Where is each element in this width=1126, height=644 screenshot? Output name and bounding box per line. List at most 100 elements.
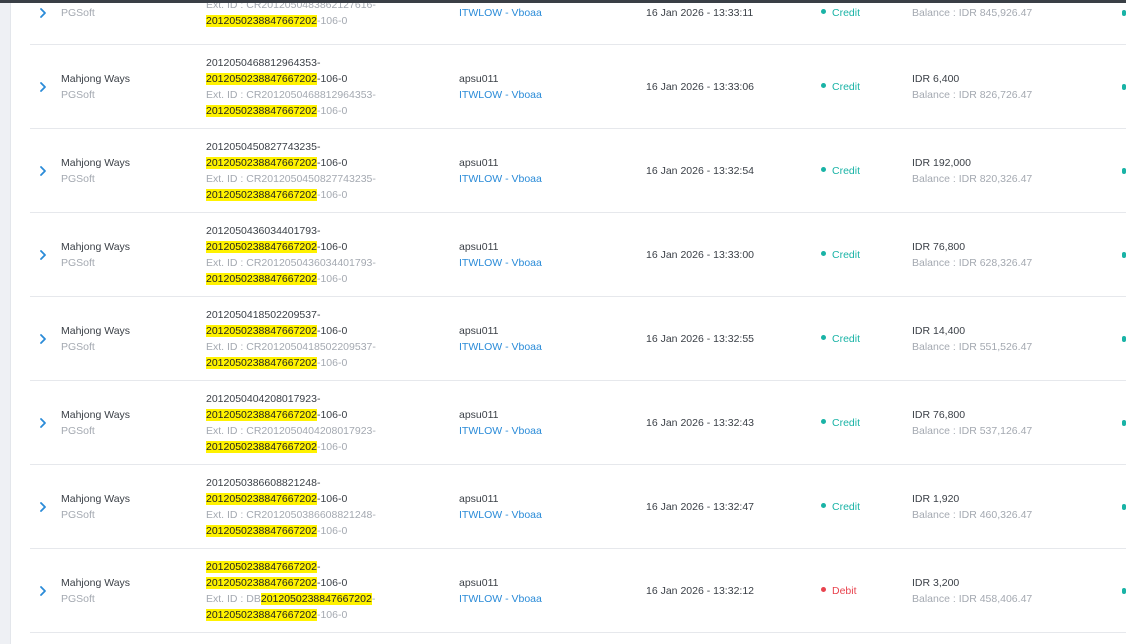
balance-value: Balance : IDR 458,406.47 — [912, 592, 1033, 605]
transaction-time: 16 Jan 2026 - 13:32:47 — [646, 500, 755, 513]
chevron-right-icon[interactable] — [37, 249, 49, 261]
transaction-id-cell: 2012050418502209537- 2012050238847667202… — [206, 307, 406, 371]
amount-value: IDR 14,400 — [912, 324, 966, 337]
transaction-id-line: 2012050404208017923- — [206, 392, 321, 405]
game-provider: PGSoft — [61, 6, 95, 19]
amount-cell: IDR 192,000 Balance : IDR 820,326.47 — [912, 155, 1032, 187]
highlighted-match: 2012050238847667202 — [206, 240, 317, 253]
external-id-line: 2012050238847667202-106-0 — [206, 14, 348, 27]
chevron-right-icon[interactable] — [37, 165, 49, 177]
balance-value: Balance : IDR 460,326.47 — [912, 508, 1033, 521]
game-provider: PGSoft — [61, 508, 95, 521]
edge-indicator — [1122, 251, 1126, 258]
edge-indicator — [1122, 167, 1126, 174]
transaction-id-line: 2012050386608821248- — [206, 476, 321, 489]
table-row[interactable]: Mahjong Ways PGSoft 2012050238847667202-… — [30, 549, 1126, 633]
external-id-line: Ext. ID : CR2012050436034401793- — [206, 256, 376, 269]
edge-indicator — [1122, 503, 1126, 510]
game-provider: PGSoft — [61, 592, 95, 605]
transaction-id-cell: Ext. ID : CR2012050483862127616- 2012050… — [206, 0, 406, 29]
status-badge: Credit — [821, 501, 860, 513]
agent-link[interactable]: ITWLOW - Vboaa — [459, 255, 542, 271]
game-cell: Mahjong Ways PGSoft — [61, 575, 130, 607]
status-badge: Credit — [821, 417, 860, 429]
chevron-right-icon[interactable] — [37, 81, 49, 93]
left-rail — [0, 0, 11, 644]
edge-indicator — [1122, 335, 1126, 342]
balance-value: Balance : IDR 628,326.47 — [912, 256, 1033, 269]
agent-link[interactable]: ITWLOW - Vboaa — [459, 5, 542, 21]
external-id-line: 2012050238847667202-106-0 — [206, 524, 348, 537]
agent-link[interactable]: ITWLOW - Vboaa — [459, 423, 542, 439]
table-row[interactable]: Mahjong Ways PGSoft 2012050386608821248-… — [30, 465, 1126, 549]
agent-link[interactable]: ITWLOW - Vboaa — [459, 171, 542, 187]
amount-value: IDR 6,400 — [912, 72, 960, 85]
highlighted-match: 2012050238847667202 — [206, 576, 317, 589]
external-id-line: Ext. ID : CR2012050404208017923- — [206, 424, 376, 437]
status-label: Credit — [832, 416, 861, 429]
amount-cell: IDR 76,800 Balance : IDR 537,126.47 — [912, 407, 1032, 439]
external-id-line: 2012050238847667202-106-0 — [206, 188, 348, 201]
transaction-id-line: 2012050418502209537- — [206, 308, 321, 321]
game-cell: Mahjong Ways PGSoft — [61, 491, 130, 523]
chevron-right-icon[interactable] — [37, 333, 49, 345]
edge-indicator — [1122, 587, 1126, 594]
game-cell: Mahjong Ways PGSoft — [61, 239, 130, 271]
highlighted-match: 2012050238847667202 — [206, 324, 317, 337]
player-username: apsu011 — [459, 240, 499, 253]
status-badge: Credit — [821, 81, 860, 93]
transaction-id-line: 2012050238847667202-106-0 — [206, 324, 348, 337]
player-cell: apsu011 ITWLOW - Vboaa — [459, 323, 542, 355]
player-cell: apsu011 ITWLOW - Vboaa — [459, 71, 542, 103]
status-dot-icon — [821, 167, 826, 173]
highlighted-match: 2012050238847667202 — [206, 104, 317, 117]
game-name: Mahjong Ways — [61, 324, 131, 337]
edge-indicator — [1122, 9, 1126, 16]
player-cell: apsu011 ITWLOW - Vboaa — [459, 491, 542, 523]
player-cell: apsu011 ITWLOW - Vboaa — [459, 407, 542, 439]
amount-cell: IDR 1,920 Balance : IDR 460,326.47 — [912, 491, 1032, 523]
transaction-id-line: 2012050238847667202- — [206, 560, 321, 573]
game-cell: Mahjong Ways PGSoft — [61, 323, 130, 355]
agent-link[interactable]: ITWLOW - Vboaa — [459, 591, 542, 607]
agent-link[interactable]: ITWLOW - Vboaa — [459, 507, 542, 523]
game-name: Mahjong Ways — [61, 492, 131, 505]
status-badge: Debit — [821, 585, 857, 597]
external-id-line: Ext. ID : CR2012050386608821248- — [206, 508, 376, 521]
status-label: Credit — [832, 80, 861, 93]
transaction-id-line: 2012050238847667202-106-0 — [206, 408, 348, 421]
game-provider: PGSoft — [61, 256, 95, 269]
agent-link[interactable]: ITWLOW - Vboaa — [459, 87, 542, 103]
transaction-id-line: 2012050238847667202-106-0 — [206, 72, 348, 85]
agent-link[interactable]: ITWLOW - Vboaa — [459, 339, 542, 355]
table-row[interactable]: Mahjong Ways PGSoft 2012050436034401793-… — [30, 213, 1126, 297]
edge-indicator — [1122, 83, 1126, 90]
amount-cell: IDR 14,400 Balance : IDR 551,526.47 — [912, 323, 1032, 355]
table-row[interactable]: Mahjong Ways PGSoft 2012050450827743235-… — [30, 129, 1126, 213]
player-cell: apsu011 ITWLOW - Vboaa — [459, 155, 542, 187]
game-name: Mahjong Ways — [61, 156, 131, 169]
transaction-time: 16 Jan 2026 - 13:32:54 — [646, 164, 755, 177]
chevron-right-icon[interactable] — [37, 501, 49, 513]
table-row[interactable]: PGSoft Ext. ID : CR2012050483862127616- … — [30, 0, 1126, 45]
table-row[interactable]: Mahjong Ways PGSoft 2012050404208017923-… — [30, 381, 1126, 465]
edge-indicator — [1122, 419, 1126, 426]
chevron-right-icon[interactable] — [37, 7, 49, 19]
amount-cell: IDR 6,400 Balance : IDR 826,726.47 — [912, 71, 1032, 103]
balance-value: Balance : IDR 845,926.47 — [912, 6, 1033, 19]
table-row[interactable]: Mahjong Ways PGSoft 2012050418502209537-… — [30, 297, 1126, 381]
external-id-line: 2012050238847667202-106-0 — [206, 272, 348, 285]
chevron-right-icon[interactable] — [37, 585, 49, 597]
chevron-right-icon[interactable] — [37, 417, 49, 429]
amount-cell: IDR 3,200 Balance : IDR 458,406.47 — [912, 575, 1032, 607]
transaction-time: 16 Jan 2026 - 13:32:12 — [646, 584, 755, 597]
amount-value: IDR 76,800 — [912, 408, 966, 421]
player-username: apsu011 — [459, 492, 499, 505]
balance-value: Balance : IDR 826,726.47 — [912, 88, 1033, 101]
highlighted-match: 2012050238847667202 — [206, 272, 317, 285]
status-label: Debit — [832, 584, 857, 597]
game-name: Mahjong Ways — [61, 408, 131, 421]
game-cell: Mahjong Ways PGSoft — [61, 407, 130, 439]
game-name: Mahjong Ways — [61, 240, 131, 253]
table-row[interactable]: Mahjong Ways PGSoft 2012050468812964353-… — [30, 45, 1126, 129]
